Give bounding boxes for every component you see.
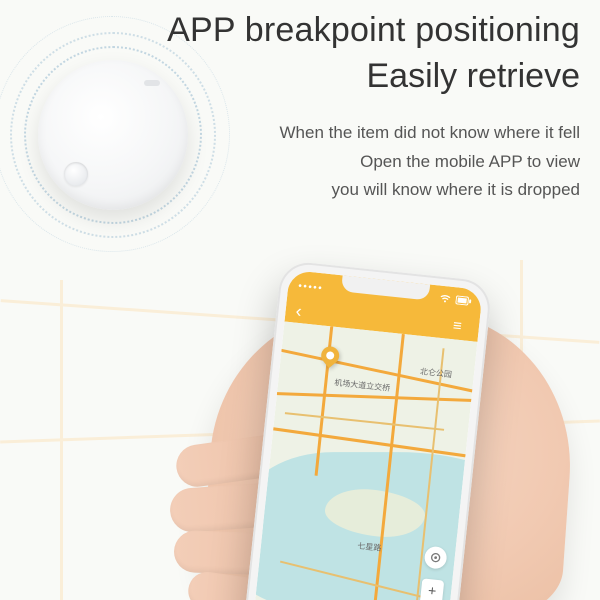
map-label: 北仑公园 (419, 366, 452, 380)
map-pin-icon (318, 343, 343, 368)
body-line: Open the mobile APP to view (90, 149, 580, 175)
crosshair-icon (429, 551, 442, 564)
wifi-icon (439, 294, 451, 304)
battery-icon (455, 295, 472, 306)
back-icon: ‹ (295, 301, 313, 319)
zoom-in-icon: + (420, 578, 444, 600)
body-line: you will know where it is dropped (90, 177, 580, 203)
phone-screen: ••••• ‹ ≡ (253, 270, 483, 600)
hand-holding-phone: ••••• ‹ ≡ (170, 260, 590, 600)
status-signal-icon: ••••• (298, 281, 324, 295)
smartphone: ••••• ‹ ≡ (243, 260, 493, 600)
body-copy: When the item did not know where it fell… (90, 120, 580, 203)
marketing-copy: APP breakpoint positioning Easily retrie… (90, 8, 580, 205)
headline: APP breakpoint positioning (90, 8, 580, 52)
status-right-icons (439, 294, 472, 306)
map-road (267, 392, 477, 403)
product-promo-image: APP breakpoint positioning Easily retrie… (0, 0, 600, 600)
menu-icon: ≡ (452, 317, 470, 335)
map-view: 机场大道立交桥 北仑公园 七星路 + − (253, 322, 477, 600)
subheadline: Easily retrieve (90, 54, 580, 98)
tracker-button (64, 162, 88, 186)
map-label: 七星路 (357, 540, 382, 553)
map-label: 机场大道立交桥 (334, 377, 391, 394)
map-road (285, 412, 444, 431)
map-zoom-control: + − (418, 578, 445, 600)
body-line: When the item did not know where it fell (90, 120, 580, 146)
